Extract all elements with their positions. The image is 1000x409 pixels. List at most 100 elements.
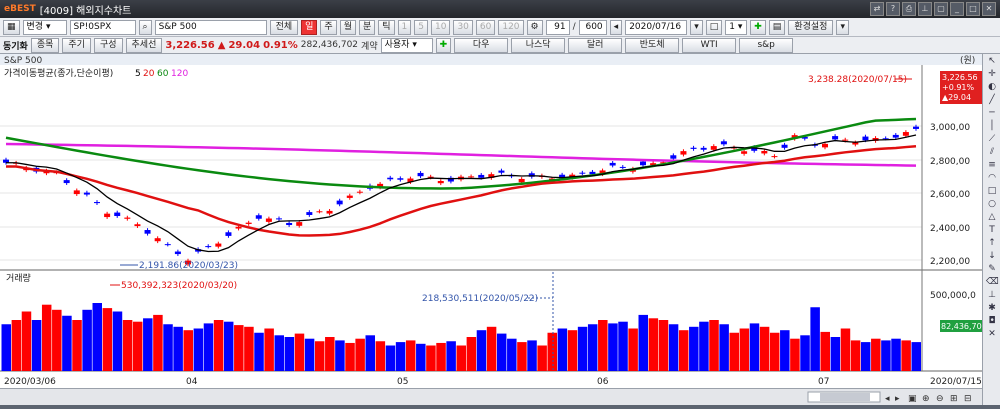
scroll-right-icon[interactable]: ▸	[895, 394, 900, 404]
volume-bar	[699, 321, 709, 371]
grid-icon[interactable]: ▦	[3, 19, 20, 35]
search-icon[interactable]: ⌕	[138, 19, 152, 35]
channel-icon[interactable]: ⫽	[986, 146, 998, 158]
add-user-icon[interactable]: ✚	[435, 37, 452, 53]
volume-bar	[345, 342, 355, 371]
quick-button-dollar[interactable]: 달러	[568, 37, 623, 53]
candle-body	[700, 147, 707, 150]
magnet-icon[interactable]: ◐	[986, 81, 998, 93]
trendline-button[interactable]: 추세선	[125, 37, 163, 53]
volume-bar	[840, 328, 851, 371]
close-icon[interactable]: ✕	[982, 2, 996, 16]
tab-month[interactable]: 월	[339, 19, 356, 35]
quick-button-nasdaq[interactable]: 나스닥	[511, 37, 566, 53]
tab-minute[interactable]: 분	[358, 19, 376, 35]
line-icon[interactable]: ╱	[986, 94, 998, 106]
interval-30[interactable]: 30	[453, 19, 473, 35]
scroll-left-icon[interactable]: ◂	[609, 19, 623, 35]
zoom-reset-icon[interactable]: ▣	[908, 394, 917, 404]
chart-canvas[interactable]: S&P 500 (원) 가격이동평균(종가,단순이평) 5 20 60 120 …	[0, 54, 982, 388]
vline-icon[interactable]: │	[986, 120, 998, 132]
volume-bar	[122, 320, 133, 371]
scroll-left-icon-bottom[interactable]: ◂	[885, 394, 890, 404]
add-icon[interactable]: ✚	[750, 19, 766, 35]
triangle-icon[interactable]: △	[986, 211, 998, 223]
volume-bar	[466, 337, 477, 371]
zoom-out-icon[interactable]: ⊖	[936, 394, 944, 404]
candle-body	[720, 141, 727, 145]
quick-button-dow[interactable]: 다우	[454, 37, 509, 53]
chart-area[interactable]: S&P 500 (원) 가격이동평균(종가,단순이평) 5 20 60 120 …	[0, 54, 982, 388]
tab-tick[interactable]: 틱	[378, 19, 395, 35]
ruler-icon[interactable]: ⊥	[986, 289, 998, 301]
maximize-icon[interactable]: □	[966, 2, 980, 16]
minimize-icon[interactable]: _	[950, 2, 964, 16]
trend-icon[interactable]: ⟋	[986, 133, 998, 145]
symbol-code-input[interactable]: SP!0SPX	[69, 19, 136, 35]
crosshair-icon[interactable]: ✛	[986, 68, 998, 80]
interval-60[interactable]: 60	[475, 19, 496, 35]
interval-120[interactable]: 120	[498, 19, 524, 35]
rect-icon[interactable]: □	[986, 185, 998, 197]
item-button[interactable]: 종목	[30, 37, 60, 53]
cursor-icon[interactable]: ↖	[986, 55, 998, 67]
volume-bar	[517, 342, 527, 371]
settings-small-icon[interactable]: ⚙	[526, 19, 543, 35]
lock-icon[interactable]: ◘	[986, 315, 998, 327]
save-icon[interactable]: ▤	[768, 19, 786, 35]
arc-icon[interactable]: ◠	[986, 172, 998, 184]
arrow-down-icon[interactable]: ↓	[986, 250, 998, 262]
settings-button[interactable]: 환경설정	[788, 19, 834, 35]
volume-bar	[325, 337, 335, 371]
tab-week[interactable]: 주	[320, 19, 337, 35]
volume-bar	[830, 337, 841, 371]
print-icon[interactable]: ⎙	[902, 2, 916, 16]
all-button[interactable]: 전체	[269, 19, 299, 35]
volume-bar	[638, 314, 648, 371]
user-select[interactable]: 사용자 ▾	[380, 37, 433, 53]
scroll-bar[interactable]: ◂ ▸ ▣ ⊕ ⊖ ⊞ ⊟	[0, 388, 982, 405]
pencil-icon[interactable]: ✎	[986, 263, 998, 275]
layout-button[interactable]: 구성	[93, 37, 123, 53]
quick-button-semiconductor[interactable]: 반도체	[625, 37, 680, 53]
eraser-icon[interactable]: ⌫	[986, 276, 999, 288]
quick-button-wti[interactable]: WTI	[682, 37, 737, 53]
interval-10[interactable]: 10	[431, 19, 451, 35]
restore-icon[interactable]: ▢	[934, 2, 948, 16]
text-icon[interactable]: T	[986, 224, 998, 236]
zoom-all-icon[interactable]: ⊟	[964, 394, 972, 404]
sync-label: 동기화	[3, 41, 28, 52]
interval-5[interactable]: 5	[414, 19, 428, 35]
quick-button-sp[interactable]: s&p	[739, 37, 794, 53]
ma120-legend: 120	[171, 69, 188, 79]
date-input[interactable]: 2020/07/16	[625, 19, 688, 35]
interval-1[interactable]: 1	[397, 19, 412, 35]
gann-icon[interactable]: ✱	[986, 302, 998, 314]
candle-body	[83, 192, 90, 195]
candle-body	[771, 156, 778, 158]
change-select[interactable]: 변경 ▾	[22, 19, 67, 35]
scroll-thumb[interactable]	[820, 393, 870, 401]
volume-bar	[557, 328, 568, 371]
link-icon[interactable]: ⇄	[870, 2, 884, 16]
help-icon[interactable]: ?	[886, 2, 900, 16]
calendar-icon[interactable]: ▾	[690, 19, 703, 35]
delete-icon[interactable]: ✕	[986, 328, 998, 340]
zoom-fit-icon[interactable]: ⊞	[950, 394, 958, 404]
checkbox-icon[interactable]: □	[705, 19, 723, 35]
fibo-icon[interactable]: ≡	[986, 159, 998, 171]
hline-icon[interactable]: ─	[986, 107, 998, 119]
volume-bar	[780, 330, 790, 371]
pin-icon[interactable]: ⊥	[918, 2, 932, 16]
volume-bar	[21, 311, 32, 371]
period-button[interactable]: 주기	[62, 37, 91, 53]
circle-icon[interactable]: ○	[986, 198, 998, 210]
chevron-down-icon[interactable]: ▾	[836, 19, 849, 35]
tab-day[interactable]: 일	[301, 19, 318, 35]
main-toolbar: ▦ 변경 ▾ SP!0SPX ⌕ S&P 500 전체 일 주 월 분 틱 1 …	[0, 18, 1000, 37]
zoom-in-icon[interactable]: ⊕	[922, 394, 930, 404]
volume-panel-title: 거래량	[6, 272, 31, 284]
arrow-up-icon[interactable]: ↑	[986, 237, 998, 249]
small-select[interactable]: 1 ▾	[725, 19, 748, 35]
count-input[interactable]: 91	[545, 19, 570, 35]
